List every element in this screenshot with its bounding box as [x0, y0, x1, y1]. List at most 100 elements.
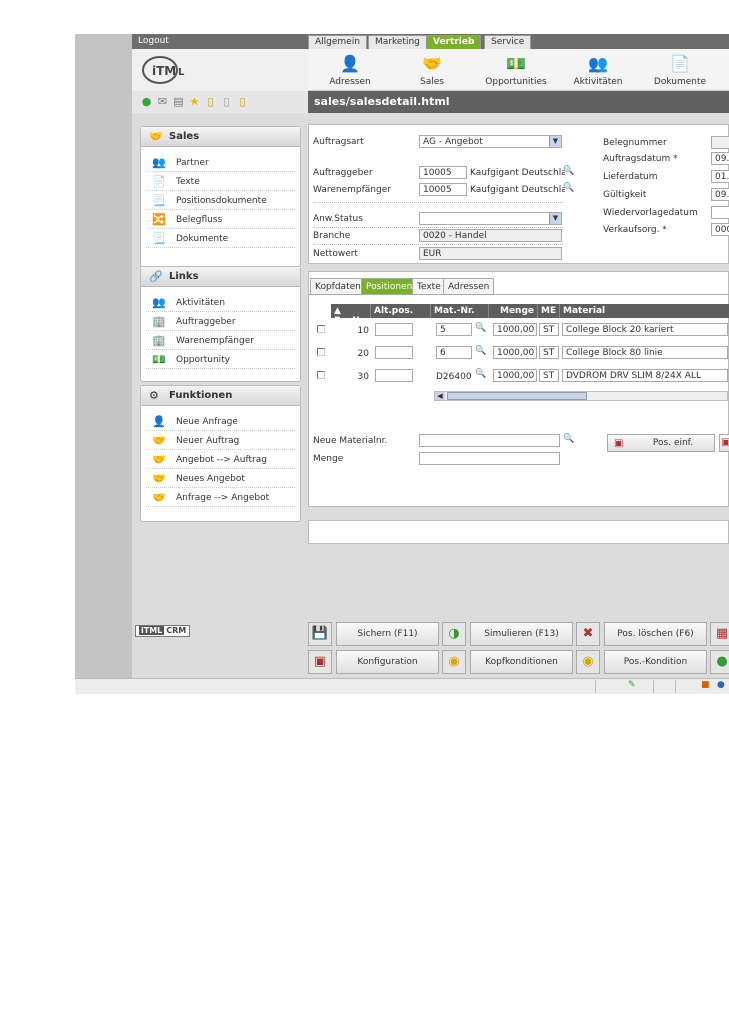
pos-kondition-button[interactable]: Pos.-Kondition: [604, 650, 707, 674]
simulieren-button[interactable]: Simulieren (F13): [470, 622, 573, 646]
subtab-kopfdaten[interactable]: Kopfdaten: [310, 278, 366, 294]
sichern-button[interactable]: Sichern (F11): [336, 622, 439, 646]
tab-marketing[interactable]: Marketing: [368, 35, 427, 49]
subtab-texte[interactable]: Texte: [412, 278, 446, 294]
subtab-positionen[interactable]: Positionen: [361, 278, 418, 294]
function-neues-angebot[interactable]: 🤝 Neues Angebot: [146, 469, 295, 488]
col-altpos[interactable]: Alt.pos.: [371, 304, 431, 318]
binoculars-icon[interactable]: 🔍: [563, 434, 574, 444]
auftraggeber-nr-input[interactable]: 10005: [419, 166, 467, 179]
star-icon[interactable]: ★: [188, 95, 201, 108]
logout-link[interactable]: Logout: [138, 36, 169, 46]
binoculars-icon[interactable]: 🔍: [475, 369, 486, 379]
nav-aktivitaeten[interactable]: 👥 Aktivitäten: [560, 49, 636, 91]
paste-icon[interactable]: ▯: [236, 95, 249, 108]
status-divider: [595, 680, 596, 693]
neue-materialnr-input[interactable]: [419, 434, 560, 447]
tab-service[interactable]: Service: [484, 35, 532, 49]
sidebar-item-positionsdokumente[interactable]: 📃 Positionsdokumente: [146, 191, 295, 210]
col-posnr[interactable]: ▲ PosNr: [331, 304, 371, 326]
clipboard-icon[interactable]: ▯: [204, 95, 217, 108]
next-icon[interactable]: ●: [710, 650, 729, 674]
coins-icon[interactable]: ◉: [576, 650, 600, 674]
lieferdatum-input[interactable]: 01.0: [711, 170, 729, 183]
sidebar-item-auftraggeber[interactable]: 🏢 Auftraggeber: [146, 312, 295, 331]
table-row[interactable]: 30 D26400 🔍 1000,00 ST DVDROM DRV SLIM 8…: [309, 366, 729, 386]
nav-sales[interactable]: 🤝 Sales: [394, 49, 470, 91]
sidebar-item-aktivitaeten[interactable]: 👥 Aktivitäten: [146, 293, 295, 312]
sidebar-item-texte[interactable]: 📄 Texte: [146, 172, 295, 191]
function-neue-anfrage[interactable]: 👤 Neue Anfrage: [146, 412, 295, 431]
tab-allgemein[interactable]: Allgemein: [308, 35, 367, 49]
menge-input[interactable]: [419, 452, 560, 465]
toolbar-icons: ● ✉ ▤ ★ ▯ ▯ ▯: [132, 91, 308, 113]
binoculars-icon[interactable]: 🔍: [475, 323, 486, 333]
go-icon[interactable]: ●: [140, 95, 153, 108]
scrollbar-thumb[interactable]: [447, 392, 587, 400]
col-matnr[interactable]: Mat.-Nr.: [431, 304, 489, 318]
row-menge-input[interactable]: 1000,00: [493, 323, 537, 336]
sidebar-item-partner[interactable]: 👥 Partner: [146, 153, 295, 172]
scroll-left-icon[interactable]: ◀: [435, 392, 445, 400]
table-row[interactable]: 10 5 🔍 1000,00 ST College Block 20 karie…: [309, 320, 729, 340]
configuration-icon[interactable]: ▣: [308, 650, 332, 674]
function-neuer-auftrag[interactable]: 🤝 Neuer Auftrag: [146, 431, 295, 450]
row-me-input[interactable]: ST: [539, 346, 559, 359]
row-material-input[interactable]: College Block 20 kariert: [562, 323, 728, 336]
sidebar-item-opportunity[interactable]: 💵 Opportunity: [146, 350, 295, 369]
anwstatus-select[interactable]: ▼: [419, 212, 562, 225]
subtab-adressen[interactable]: Adressen: [443, 278, 495, 294]
gueltigkeit-input[interactable]: 09.0: [711, 188, 729, 201]
row-checkbox[interactable]: [317, 348, 325, 356]
binoculars-icon[interactable]: 🔍: [563, 183, 574, 193]
coins-icon[interactable]: ◉: [442, 650, 466, 674]
pos-einfuegen-button[interactable]: ▣ Pos. einf.: [607, 434, 715, 452]
row-matnr-input[interactable]: 5: [436, 323, 472, 336]
delete-position-icon[interactable]: ✖: [576, 622, 600, 646]
horizontal-scrollbar[interactable]: ◀: [434, 391, 728, 401]
auftragsdatum-input[interactable]: 09.0: [711, 152, 729, 165]
row-me-input[interactable]: ST: [539, 323, 559, 336]
row-material-input[interactable]: College Block 80 linie: [562, 346, 728, 359]
row-altpos-input[interactable]: [375, 346, 413, 359]
tab-vertrieb[interactable]: Vertrieb: [426, 35, 482, 49]
binoculars-icon[interactable]: 🔍: [563, 166, 574, 176]
kopfkonditionen-button[interactable]: Kopfkonditionen: [470, 650, 573, 674]
copy-icon[interactable]: ▯: [220, 95, 233, 108]
warenempfaenger-nr-input[interactable]: 10005: [419, 183, 467, 196]
function-anfrage-angebot[interactable]: 🤝 Anfrage --> Angebot: [146, 488, 295, 507]
sidebar-item-belegfluss[interactable]: 🔀 Belegfluss: [146, 210, 295, 229]
col-me[interactable]: ME: [538, 304, 560, 318]
auftragsart-select[interactable]: AG - Angebot ▼: [419, 135, 562, 148]
handshake-icon: 🤝: [149, 130, 163, 143]
nav-dokumente[interactable]: 📄 Dokumente: [642, 49, 718, 91]
row-checkbox[interactable]: [317, 325, 325, 333]
col-material[interactable]: Material: [560, 304, 729, 318]
function-angebot-auftrag[interactable]: 🤝 Angebot --> Auftrag: [146, 450, 295, 469]
verkaufsorg-input[interactable]: 000: [711, 223, 729, 236]
sidebar-item-dokumente[interactable]: 📃 Dokumente: [146, 229, 295, 248]
konfiguration-button[interactable]: Konfiguration: [336, 650, 439, 674]
save-icon[interactable]: 💾: [308, 622, 332, 646]
wiedervorlage-input[interactable]: [711, 206, 729, 219]
row-altpos-input[interactable]: [375, 369, 413, 382]
row-material-input[interactable]: DVDROM DRV SLIM 8/24X ALL: [562, 369, 728, 382]
row-matnr-input[interactable]: 6: [436, 346, 472, 359]
col-menge[interactable]: Menge: [489, 304, 538, 318]
print-icon[interactable]: ▤: [172, 95, 185, 108]
table-row[interactable]: 20 6 🔍 1000,00 ST College Block 80 linie: [309, 343, 729, 363]
nav-opportunities[interactable]: 💵 Opportunities: [478, 49, 554, 91]
nav-adressen[interactable]: 👤 Adressen: [312, 49, 388, 91]
pos-loeschen-button[interactable]: Pos. löschen (F6): [604, 622, 707, 646]
row-menge-input[interactable]: 1000,00: [493, 346, 537, 359]
calendar-icon[interactable]: ▦: [710, 622, 729, 646]
pos-extra-button[interactable]: ▣: [719, 434, 729, 452]
row-checkbox[interactable]: [317, 371, 325, 379]
sidebar-item-warenempfaenger[interactable]: 🏢 Warenempfänger: [146, 331, 295, 350]
row-me-input[interactable]: ST: [539, 369, 559, 382]
row-menge-input[interactable]: 1000,00: [493, 369, 537, 382]
mail-icon[interactable]: ✉: [156, 95, 169, 108]
row-altpos-input[interactable]: [375, 323, 413, 336]
simulate-icon[interactable]: ◑: [442, 622, 466, 646]
binoculars-icon[interactable]: 🔍: [475, 346, 486, 356]
